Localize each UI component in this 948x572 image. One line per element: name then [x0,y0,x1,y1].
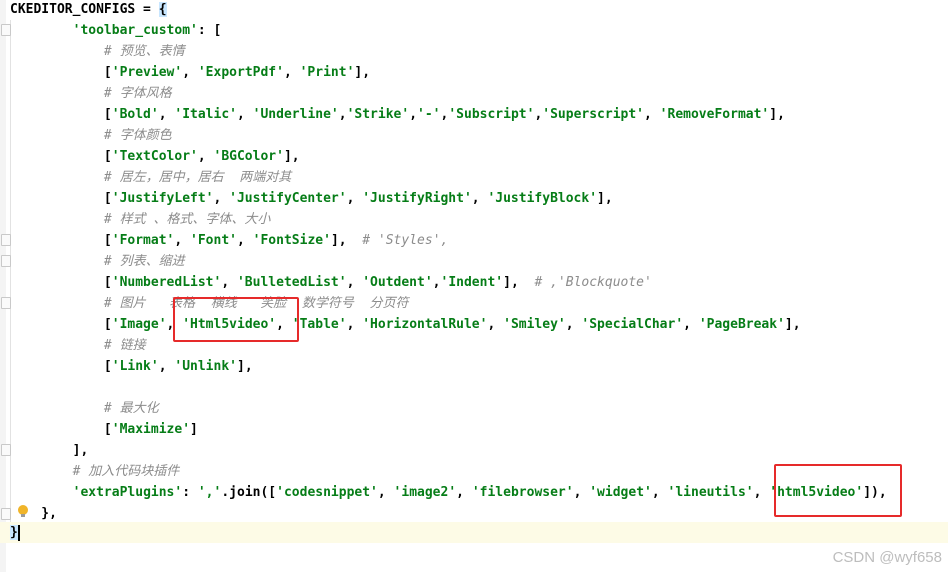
fold-icon[interactable] [1,24,11,36]
code-line[interactable]: ['Link', 'Unlink'], [10,356,253,377]
code-line[interactable]: 'toolbar_custom': [ [10,20,222,41]
code-line[interactable]: ['NumberedList', 'BulletedList', 'Outden… [10,272,652,293]
fold-icon[interactable] [1,255,11,267]
code-line[interactable]: # 最大化 [10,398,159,419]
code-line[interactable]: }, [10,503,57,524]
fold-icon[interactable] [1,508,11,520]
code-line[interactable]: ['JustifyLeft', 'JustifyCenter', 'Justif… [10,188,613,209]
code-line[interactable]: } [10,522,20,543]
code-line[interactable]: ['Bold', 'Italic', 'Underline','Strike',… [10,104,785,125]
fold-icon[interactable] [1,234,11,246]
highlight-box-html5video-plugin [774,464,902,517]
fold-icon[interactable] [1,297,11,309]
lightbulb-icon[interactable] [18,505,28,517]
fold-icon[interactable] [1,444,11,456]
text-caret [17,524,20,541]
code-line[interactable]: # 链接 [10,335,146,356]
code-line[interactable]: ['Image', 'Html5video', 'Table', 'Horizo… [10,314,801,335]
editor-gutter [0,0,6,572]
highlight-box-html5video [173,297,299,342]
current-line-highlight [0,522,948,543]
code-line[interactable]: # 预览、表情 [10,41,185,62]
code-line[interactable]: ['TextColor', 'BGColor'], [10,146,300,167]
code-line[interactable]: ['Maximize'] [10,419,198,440]
code-line[interactable]: ['Format', 'Font', 'FontSize'], # 'Style… [10,230,448,251]
code-line[interactable]: CKEDITOR_CONFIGS = { [10,0,167,20]
code-line[interactable]: 'extraPlugins': ','.join(['codesnippet',… [10,482,887,503]
code-line[interactable]: # 样式 、格式、字体、大小 [10,209,270,230]
code-line[interactable]: # 列表、缩进 [10,251,185,272]
code-line[interactable]: # 字体风格 [10,83,172,104]
code-line[interactable]: # 字体颜色 [10,125,172,146]
code-line[interactable]: ['Preview', 'ExportPdf', 'Print'], [10,62,370,83]
watermark: CSDN @wyf658 [832,549,942,566]
code-line[interactable]: # 加入代码块插件 [10,461,180,482]
code-line[interactable]: # 居左，居中，居右 两端对其 [10,167,291,188]
code-line[interactable]: ], [10,440,89,461]
